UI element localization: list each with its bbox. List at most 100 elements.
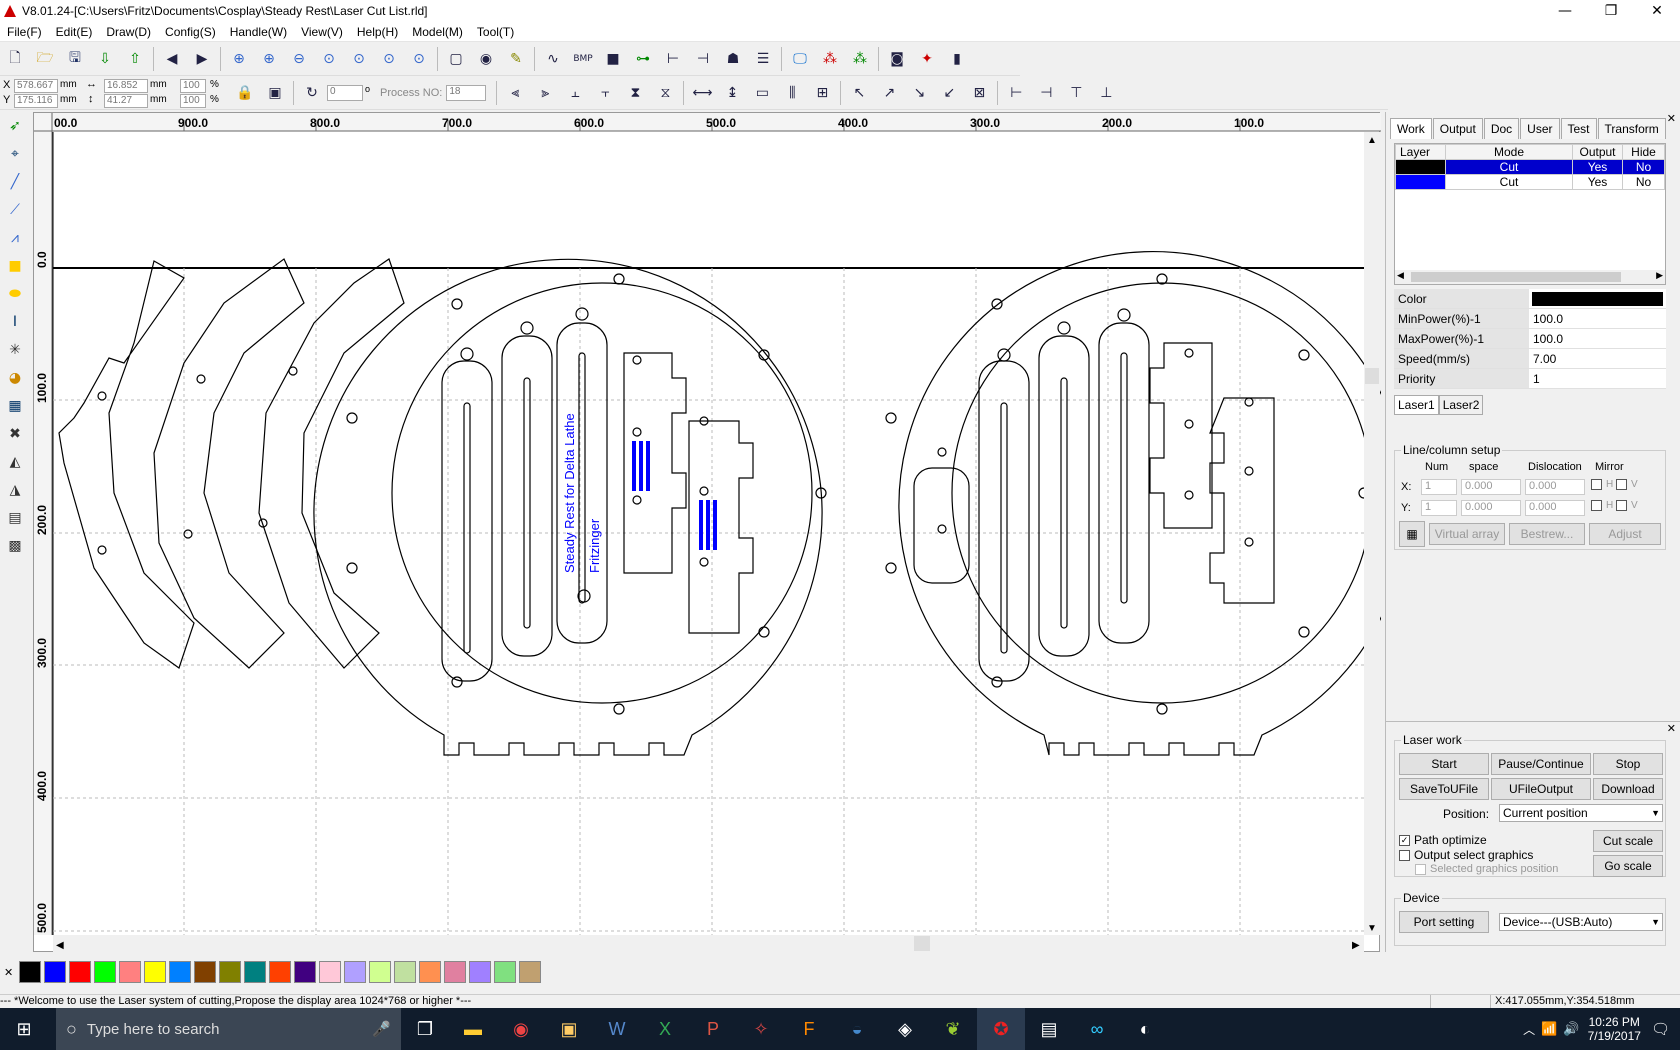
center-h-icon[interactable]: ⧗ bbox=[624, 82, 646, 104]
palette-swatch[interactable] bbox=[269, 961, 292, 983]
prop-maxpower-value[interactable]: 100.0 bbox=[1529, 329, 1666, 348]
palette-swatch[interactable] bbox=[19, 961, 42, 983]
grid-icon[interactable]: ▦ bbox=[4, 395, 26, 417]
laserwork-close-icon[interactable]: ✕ bbox=[1667, 722, 1676, 735]
zoom-fit-icon[interactable]: ⊙ bbox=[408, 48, 430, 70]
chrome-icon[interactable]: ◉ bbox=[497, 1008, 545, 1050]
prop-minpower-value[interactable]: 100.0 bbox=[1529, 309, 1666, 328]
close-icon[interactable]: ✕ bbox=[1634, 0, 1680, 22]
edge-right-icon[interactable]: ⊣ bbox=[1035, 82, 1057, 104]
rotate-icon[interactable]: ↻ bbox=[301, 82, 323, 104]
corner-bl-icon[interactable]: ↙ bbox=[938, 82, 960, 104]
virtual-array-button[interactable]: Virtual array bbox=[1429, 523, 1505, 545]
y-num-field[interactable]: 1 bbox=[1421, 500, 1457, 516]
rectangle-icon[interactable]: ■ bbox=[4, 255, 26, 277]
volume-icon[interactable]: 🔊 bbox=[1563, 1021, 1579, 1037]
pen-icon[interactable]: ✎ bbox=[505, 48, 527, 70]
tree-icon[interactable]: ⊶ bbox=[632, 48, 654, 70]
palette-swatch[interactable] bbox=[244, 961, 267, 983]
mirror-v-icon[interactable]: ◮ bbox=[4, 479, 26, 501]
laser-pointer-icon[interactable]: ✦ bbox=[916, 48, 938, 70]
align-left-icon[interactable]: ⫷ bbox=[504, 82, 526, 104]
port-setting-button[interactable]: Port setting bbox=[1399, 911, 1489, 933]
scroll-right-icon[interactable]: ▶ bbox=[1656, 270, 1663, 281]
notification-icon[interactable]: 🗨 bbox=[1651, 1020, 1670, 1038]
palette-swatch[interactable] bbox=[319, 961, 342, 983]
prop-priority-value[interactable]: 1 bbox=[1529, 369, 1666, 388]
edge-left-icon[interactable]: ⊢ bbox=[1005, 82, 1027, 104]
layer-row[interactable]: Cut Yes No bbox=[1395, 159, 1665, 175]
app-infinity-icon[interactable]: ∞ bbox=[1073, 1008, 1121, 1050]
equal-width-icon[interactable]: ⟷ bbox=[691, 82, 713, 104]
palette-swatch[interactable] bbox=[344, 961, 367, 983]
corner-tl-icon[interactable]: ↖ bbox=[848, 82, 870, 104]
tab-user[interactable]: User bbox=[1520, 118, 1560, 139]
scale-x-field[interactable]: 100 bbox=[180, 78, 206, 93]
laser-app-icon[interactable]: ✪ bbox=[977, 1008, 1025, 1050]
zoom-page-icon[interactable]: ⊙ bbox=[348, 48, 370, 70]
export-icon[interactable]: ⇧ bbox=[124, 48, 146, 70]
menu-edit[interactable]: Edit(E) bbox=[49, 25, 100, 39]
app-fish-icon[interactable]: ◐ bbox=[1121, 1008, 1169, 1050]
palette-close-icon[interactable]: ✕ bbox=[4, 966, 13, 979]
output-select-checkbox[interactable] bbox=[1399, 850, 1410, 862]
x-mirror-h-checkbox[interactable] bbox=[1591, 479, 1602, 490]
image-icon[interactable]: ◕ bbox=[4, 367, 26, 389]
cut-scale-button[interactable]: Cut scale bbox=[1593, 830, 1663, 852]
palette-swatch[interactable] bbox=[394, 961, 417, 983]
redo-icon[interactable]: ▶ bbox=[191, 48, 213, 70]
palette-swatch[interactable] bbox=[294, 961, 317, 983]
curve-icon[interactable]: ∿ bbox=[542, 48, 564, 70]
search-box[interactable]: ○ Type here to search 🎤 bbox=[56, 1008, 401, 1050]
save-icon[interactable]: 🖫 bbox=[64, 48, 86, 70]
x-mirror-v-checkbox[interactable] bbox=[1616, 479, 1628, 490]
fill-icon[interactable]: ■ bbox=[602, 48, 624, 70]
zoom-select-icon[interactable]: ⊙ bbox=[318, 48, 340, 70]
go-scale-button[interactable]: Go scale bbox=[1593, 855, 1663, 877]
line-icon[interactable]: ╱ bbox=[4, 171, 26, 193]
device-select[interactable]: Device---(USB:Auto) ▼ bbox=[1499, 913, 1663, 931]
tray-up-icon[interactable]: ︿ bbox=[1523, 1021, 1535, 1038]
zoom-out-icon[interactable]: ⊖ bbox=[288, 48, 310, 70]
center-page-icon[interactable]: ⊞ bbox=[811, 82, 833, 104]
adjust-button[interactable]: Adjust bbox=[1589, 523, 1661, 545]
zoom-all-icon[interactable]: ⊙ bbox=[378, 48, 400, 70]
monitor-icon[interactable]: 🖵 bbox=[789, 48, 811, 70]
powerpoint-icon[interactable]: P bbox=[689, 1008, 737, 1050]
y-space-field[interactable]: 0.000 bbox=[1461, 500, 1521, 516]
edge-top-icon[interactable]: ⊤ bbox=[1065, 82, 1087, 104]
align-right-icon[interactable]: ⫸ bbox=[534, 82, 556, 104]
tab-laser1[interactable]: Laser1 bbox=[1394, 395, 1439, 415]
camera-icon[interactable]: ◙ bbox=[886, 48, 908, 70]
path-optimize-checkbox[interactable]: ✓ bbox=[1399, 835, 1410, 847]
new-file-icon[interactable]: 🗋 bbox=[4, 48, 26, 70]
menu-tool[interactable]: Tool(T) bbox=[470, 25, 521, 39]
stop-button[interactable]: Stop bbox=[1593, 753, 1663, 775]
y-mirror-h-checkbox[interactable] bbox=[1591, 500, 1602, 511]
corner-tr-icon[interactable]: ↗ bbox=[878, 82, 900, 104]
word-icon[interactable]: W bbox=[593, 1008, 641, 1050]
rotate-field[interactable]: 0 bbox=[327, 85, 363, 101]
minimize-icon[interactable]: — bbox=[1542, 0, 1588, 22]
tab-work[interactable]: Work bbox=[1390, 118, 1432, 139]
palette-swatch[interactable] bbox=[44, 961, 67, 983]
center-icon[interactable]: ⊠ bbox=[968, 82, 990, 104]
layer-hscrollbar[interactable]: ◀ ▶ bbox=[1395, 270, 1665, 284]
folder-icon[interactable]: ▣ bbox=[545, 1008, 593, 1050]
scroll-left-icon[interactable]: ◀ bbox=[1397, 270, 1404, 281]
tab-doc[interactable]: Doc bbox=[1483, 118, 1520, 139]
lock-icon[interactable]: 🔒 bbox=[234, 82, 256, 104]
restore-icon[interactable]: ❐ bbox=[1588, 0, 1634, 22]
tab-output[interactable]: Output bbox=[1432, 118, 1483, 139]
ruler-icon[interactable]: ▮ bbox=[946, 48, 968, 70]
app-leaf-icon[interactable]: ❦ bbox=[929, 1008, 977, 1050]
menu-draw[interactable]: Draw(D) bbox=[99, 25, 158, 39]
cad-icon[interactable]: ✧ bbox=[737, 1008, 785, 1050]
undo-icon[interactable]: ◀ bbox=[161, 48, 183, 70]
same-size-icon[interactable]: ▭ bbox=[751, 82, 773, 104]
mirror-h-icon[interactable]: ◭ bbox=[4, 451, 26, 473]
open-folder-icon[interactable]: 🗁 bbox=[34, 48, 56, 70]
palette-swatch[interactable] bbox=[119, 961, 142, 983]
text-icon[interactable]: Ⅰ bbox=[4, 311, 26, 333]
array-grid-icon[interactable]: ▦ bbox=[1399, 521, 1425, 547]
